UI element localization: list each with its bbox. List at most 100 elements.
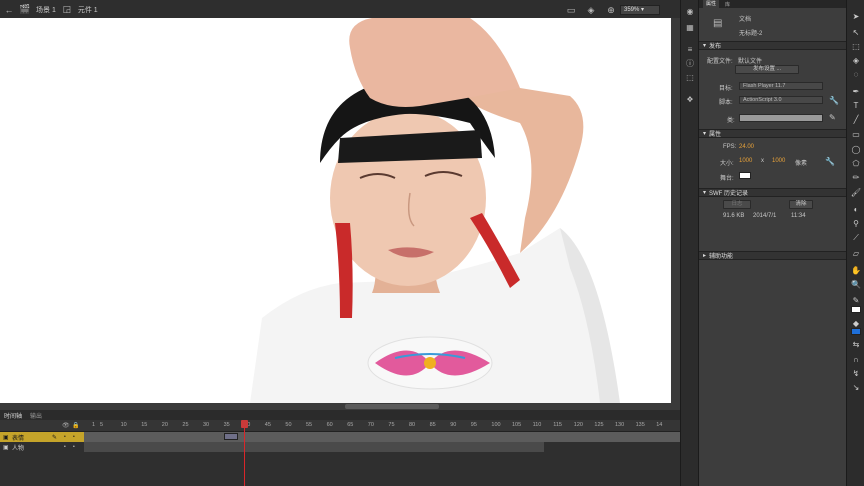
tab-timeline[interactable]: 时间轴 [4, 411, 22, 420]
playhead[interactable] [244, 420, 245, 486]
target-select[interactable]: Flash Player 11.7 [739, 82, 823, 90]
swatches-panel-icon[interactable]: ▦ [684, 22, 696, 32]
stage-vertical-scrollbar[interactable] [671, 18, 680, 403]
timeline-ruler[interactable]: 👁 🔒 151015202530354045505560657075808590… [0, 420, 680, 432]
log-button[interactable]: 日志 [723, 200, 751, 209]
smooth-icon[interactable]: ↯ [850, 367, 862, 379]
pencil-tool-icon[interactable]: ✏ [850, 171, 862, 183]
ruler-label: 100 [491, 422, 501, 428]
ruler-label: 130 [615, 422, 625, 428]
chevron-right-icon: ▸ [703, 253, 707, 259]
size-unit: 像素 [795, 161, 808, 167]
straighten-icon[interactable]: ↘ [850, 381, 862, 393]
stroke-color-swatch[interactable] [851, 306, 861, 313]
stage-color-swatch[interactable] [739, 172, 751, 179]
brush-tool-icon[interactable]: 🖌 [850, 186, 862, 198]
publish-settings-button[interactable]: 发布设置 ... [735, 65, 799, 74]
ruler-label: 60 [326, 422, 333, 428]
fps-value[interactable]: 24.00 [739, 144, 754, 150]
timeline-tabs: 时间轴 输出 [0, 410, 680, 420]
snap-magnet-icon[interactable]: ∩ [850, 353, 862, 365]
layer-row[interactable]: ▣ 表情 ✎ • • [0, 432, 680, 442]
stage-horizontal-scrollbar[interactable] [0, 403, 680, 410]
layer-icon: ▣ [3, 434, 9, 441]
clear-button[interactable]: 清除 [789, 200, 813, 209]
breadcrumb-scene[interactable]: 场景 1 [36, 5, 56, 15]
swap-colors-icon[interactable]: ⇆ [850, 338, 862, 350]
swf-history-section-header[interactable]: ▾ SWF 历史记录 [699, 188, 847, 197]
ruler-label: 125 [594, 422, 604, 428]
edit-scene-icon[interactable]: ▭ [566, 5, 576, 15]
eyedropper-icon[interactable]: ⟋ [850, 232, 862, 244]
publish-section-header[interactable]: ▾ 发布 [699, 41, 847, 50]
breadcrumb-symbol[interactable]: 元件 1 [78, 5, 98, 15]
paint-bucket-icon[interactable]: ◐ [850, 203, 862, 215]
doc-name: 无标题-2 [739, 31, 763, 37]
chevron-down-icon: ▾ [703, 190, 707, 196]
ruler-label: 80 [409, 422, 416, 428]
tab-library[interactable]: 库 [725, 1, 730, 8]
hand-tool-icon[interactable]: ✋ [850, 264, 862, 276]
scrollbar-thumb[interactable] [345, 404, 439, 409]
layer-frames[interactable] [84, 442, 544, 452]
transform-panel-icon[interactable]: ⬚ [684, 72, 696, 82]
ruler-label: 55 [306, 422, 313, 428]
ruler-label: 70 [367, 422, 374, 428]
script-select[interactable]: ActionScript 3.0 [739, 96, 823, 104]
edit-class-icon[interactable]: ✎ [829, 113, 836, 122]
back-arrow-icon[interactable]: ← [4, 5, 14, 15]
tab-properties[interactable]: 属性 [703, 0, 720, 8]
swf-time: 11:34 [791, 213, 806, 219]
polystar-tool-icon[interactable]: ⬠ [850, 157, 862, 169]
class-input[interactable] [739, 114, 823, 122]
stage-canvas[interactable] [0, 18, 671, 403]
accessibility-section-header[interactable]: ▸ 辅助功能 [699, 251, 847, 260]
line-tool-icon[interactable]: ╱ [850, 113, 862, 125]
properties-panel: 属性 库 ▤ 文档 无标题-2 ▾ 发布 配置文件: 默认文件 发布设置 ... … [698, 0, 847, 486]
ruler-label: 20 [161, 422, 168, 428]
free-transform-icon[interactable]: ⬚ [850, 40, 862, 52]
wrench-icon[interactable]: 🔧 [825, 157, 835, 166]
layer-name[interactable]: ▣ 人物 • • [0, 442, 84, 452]
stroke-color-icon[interactable]: ✎ [850, 294, 862, 306]
stage-label: 舞台: [720, 176, 734, 182]
color-panel-icon[interactable]: ◉ [684, 6, 696, 16]
visibility-dot[interactable]: • [64, 444, 66, 450]
info-panel-icon[interactable]: ⓘ [684, 58, 696, 68]
align-panel-icon[interactable]: ≡ [684, 44, 696, 54]
timeline-layers: ▣ 表情 ✎ • • ▣ 人物 • • [0, 432, 680, 486]
eraser-icon[interactable]: ▱ [850, 247, 862, 259]
bone-tool-icon[interactable]: ⚲ [850, 217, 862, 229]
width-value[interactable]: 1000 [739, 158, 752, 164]
center-stage-icon[interactable]: ⊕ [606, 5, 616, 15]
playhead-handle[interactable] [241, 420, 248, 428]
lock-dot[interactable]: • [73, 434, 75, 440]
wrench-icon[interactable]: 🔧 [829, 96, 839, 105]
zoom-tool-icon[interactable]: 🔍 [850, 278, 862, 290]
ruler-label: 1 [92, 422, 96, 428]
properties-section-header[interactable]: ▾ 属性 [699, 129, 847, 138]
visibility-dot[interactable]: • [64, 434, 66, 440]
edit-symbol-icon[interactable]: ◈ [586, 5, 596, 15]
oval-tool-icon[interactable]: ◯ [850, 143, 862, 155]
ruler-label: 75 [388, 422, 395, 428]
keyframe-span[interactable] [224, 433, 238, 440]
lasso-icon[interactable]: ◌ [850, 68, 862, 80]
layer-row[interactable]: ▣ 人物 • • [0, 442, 680, 452]
ruler-label: 35 [223, 422, 230, 428]
selection-tool-icon[interactable]: ➤ [850, 10, 862, 22]
text-tool-icon[interactable]: T [850, 99, 862, 111]
layer-name[interactable]: ▣ 表情 ✎ • • [0, 432, 84, 442]
pen-tool-icon[interactable]: ✒ [850, 85, 862, 97]
tab-output[interactable]: 输出 [30, 411, 42, 420]
subselection-tool-icon[interactable]: ↖ [850, 26, 862, 38]
layer-frames[interactable] [84, 432, 680, 442]
3d-rotation-icon[interactable]: ◈ [850, 54, 862, 66]
lock-dot[interactable]: • [73, 444, 75, 450]
zoom-select[interactable]: 359% ▾ [620, 5, 660, 15]
components-panel-icon[interactable]: ❖ [684, 94, 696, 104]
fill-color-swatch[interactable] [851, 328, 861, 335]
rectangle-tool-icon[interactable]: ▭ [850, 128, 862, 140]
height-value[interactable]: 1000 [772, 158, 785, 164]
ruler-label: 5 [100, 422, 104, 428]
